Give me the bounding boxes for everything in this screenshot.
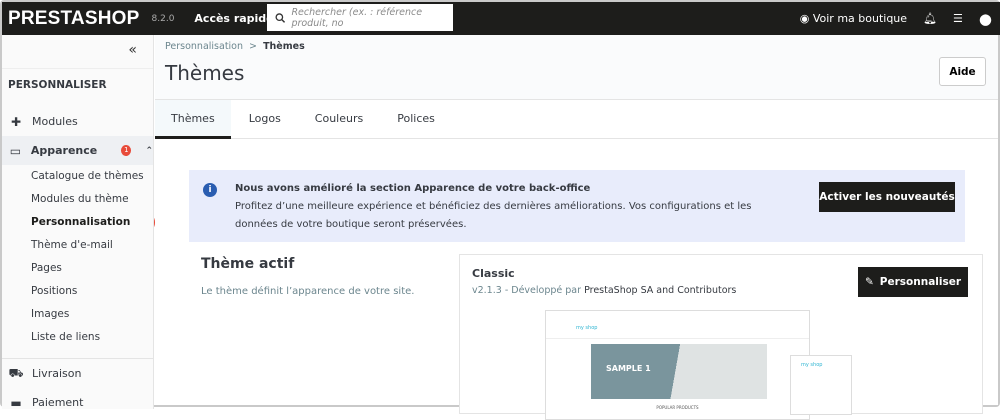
preview-mobile-logo: my shop: [801, 362, 823, 368]
sidebar-item-label: Paiement: [32, 396, 84, 409]
sidebar-subitem-positions[interactable]: Positions: [2, 280, 153, 303]
truck-icon: ⛟: [8, 365, 24, 380]
sidebar-subitem-link-list[interactable]: Liste de liens: [2, 326, 153, 349]
theme-preview-mobile: my shop: [790, 355, 852, 415]
breadcrumb-current: Thèmes: [263, 41, 305, 52]
activate-new-features-button[interactable]: Activer les nouveautés: [819, 182, 955, 212]
search-placeholder: Rechercher (ex. : référence produit, no: [291, 6, 423, 29]
sidebar-subitem-theme-modules[interactable]: Modules du thème: [2, 188, 153, 211]
info-icon: i: [203, 183, 217, 197]
tab-couleurs[interactable]: Couleurs: [299, 100, 379, 139]
breadcrumb: Personnalisation > Thèmes: [165, 41, 305, 52]
sidebar-item-livraison[interactable]: ⛟ Livraison: [2, 359, 153, 388]
top-bar: PRESTASHOP 8.2.0 Accès rapide ▾ Recherch…: [2, 2, 1000, 35]
sidebar-item-label: Apparence: [30, 144, 98, 157]
customize-button[interactable]: ✎ Personnaliser: [858, 267, 968, 297]
active-theme-description: Le thème définit l’apparence de votre si…: [201, 286, 415, 297]
help-button[interactable]: Aide: [939, 57, 986, 86]
chevron-up-icon: ⌃: [145, 145, 153, 156]
preview-logo: my shop: [546, 311, 809, 339]
preview-slider: SAMPLE 1: [591, 344, 767, 399]
active-theme-heading: Thème actif: [201, 256, 295, 272]
tabs: Thèmes Logos Couleurs Polices: [155, 99, 998, 139]
sidebar-subitem-pages[interactable]: Pages: [2, 257, 153, 280]
sidebar-item-modules[interactable]: ✚ Modules: [2, 107, 153, 136]
sidebar-item-label: Modules: [32, 115, 78, 128]
sidebar-item-apparence[interactable]: ▭ Apparence 1 ⌃: [2, 136, 153, 165]
monitor-icon: ▭: [9, 143, 22, 158]
version: 8.2.0: [151, 13, 175, 24]
quick-access-label: Accès rapide: [194, 12, 274, 25]
sidebar-item-label: Livraison: [32, 367, 82, 380]
checklist-icon[interactable]: ☰: [953, 12, 963, 25]
divider: [2, 349, 153, 359]
preview-section-title: POPULAR PRODUCTS: [656, 405, 699, 410]
bell-icon[interactable]: 🔔︎: [923, 12, 937, 25]
customize-label: Personnaliser: [879, 276, 962, 288]
view-shop-link[interactable]: ◉ Voir ma boutique: [800, 12, 907, 25]
collapse-sidebar-icon[interactable]: «: [2, 35, 153, 69]
search-icon: [275, 12, 286, 23]
info-banner: i Nous avons amélioré la section Apparen…: [189, 170, 965, 242]
theme-name: Classic: [472, 267, 515, 280]
tab-polices[interactable]: Polices: [381, 100, 451, 139]
info-title: Nous avons amélioré la section Apparence…: [235, 183, 591, 194]
info-text: Profitez d’une meilleure expérience et b…: [235, 201, 752, 230]
sidebar-subitem-theme-catalog[interactable]: Catalogue de thèmes: [2, 165, 153, 188]
prestashop-logo[interactable]: PRESTASHOP: [8, 8, 140, 30]
sidebar-subitem-images[interactable]: Images: [2, 303, 153, 326]
page-header: Personnalisation > Thèmes Thèmes Aide: [155, 35, 998, 99]
version-text: v2.1.3 - Développé par: [472, 285, 582, 296]
tab-themes[interactable]: Thèmes: [155, 100, 231, 139]
sidebar-section-title: PERSONNALISER: [8, 79, 107, 91]
theme-author: PrestaShop SA and Contributors: [584, 285, 737, 296]
page-title: Thèmes: [165, 61, 245, 85]
preview-slide-title: SAMPLE 1: [606, 364, 651, 373]
main-content: i Nous avons amélioré la section Apparen…: [155, 140, 998, 420]
eye-icon: ◉: [799, 12, 810, 25]
theme-preview-desktop: my shop SAMPLE 1 POPULAR PRODUCTS: [545, 310, 810, 420]
credit-card-icon: ▬: [10, 395, 22, 410]
view-shop-label: Voir ma boutique: [812, 12, 908, 25]
sidebar-subitem-personnalisation[interactable]: Personnalisation1: [2, 211, 159, 234]
pencil-icon: ✎: [864, 276, 874, 288]
account-icon[interactable]: ●: [979, 10, 992, 28]
tab-logos[interactable]: Logos: [233, 100, 297, 139]
notification-badge: 1: [121, 145, 132, 156]
theme-card: Classic v2.1.3 - Développé par PrestaSho…: [459, 254, 983, 420]
puzzle-icon: ✚: [10, 114, 22, 129]
breadcrumb-parent[interactable]: Personnalisation: [165, 41, 243, 52]
theme-version: v2.1.3 - Développé par PrestaShop SA and…: [472, 285, 736, 296]
sidebar: « PERSONNALISER ✚ Modules ▭ Apparence 1 ⌃ Ca…: [2, 35, 159, 410]
sidebar-subitem-label: Personnalisation: [31, 216, 131, 228]
sidebar-subitem-email-theme[interactable]: Thème d'e-mail: [2, 234, 153, 257]
search-input[interactable]: Rechercher (ex. : référence produit, no: [267, 4, 453, 31]
sidebar-item-paiement[interactable]: ▬ Paiement: [2, 388, 153, 417]
